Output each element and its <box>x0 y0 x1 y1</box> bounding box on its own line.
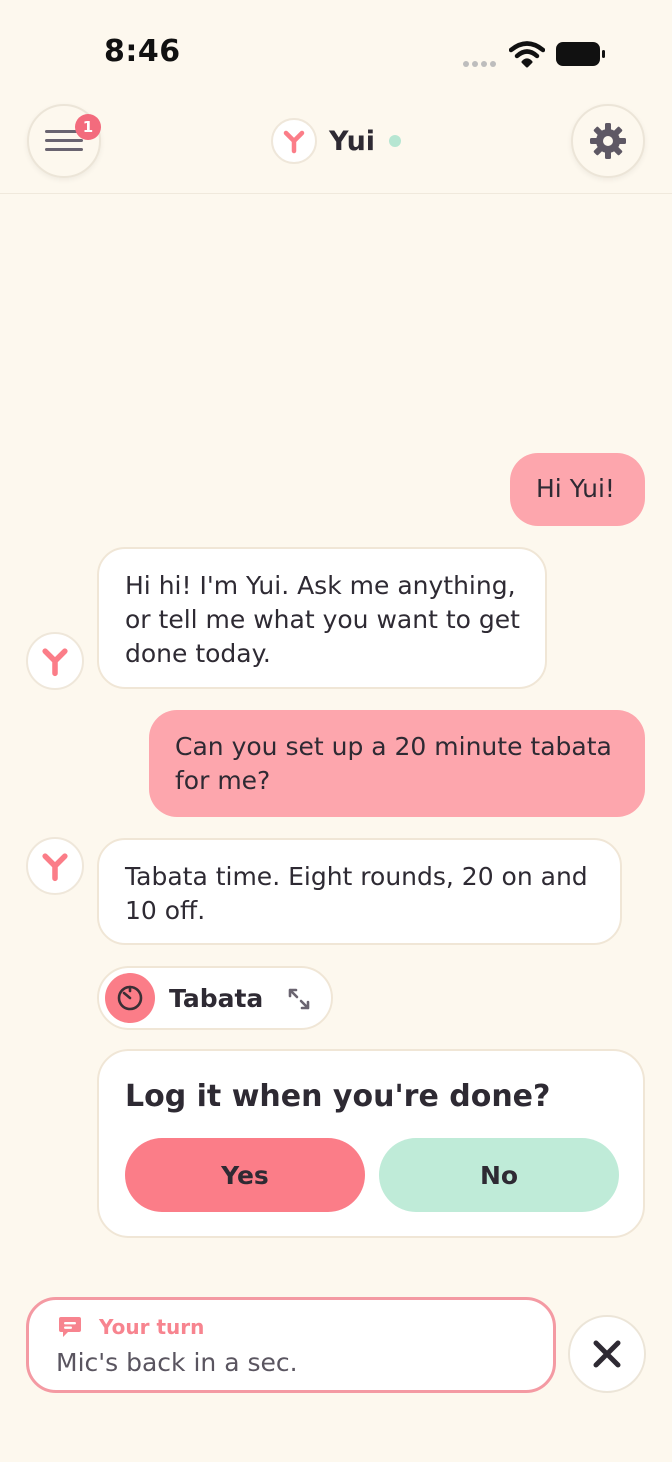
settings-button[interactable] <box>571 104 645 178</box>
close-icon <box>593 1340 621 1368</box>
input-status-text: Mic's back in a sec. <box>56 1348 298 1377</box>
tabata-timer-chip[interactable]: Tabata <box>97 966 333 1030</box>
assistant-message: Hi hi! I'm Yui. Ask me anything, or tell… <box>97 547 547 689</box>
wifi-icon <box>509 41 545 68</box>
menu-button[interactable]: 1 <box>27 104 101 178</box>
assistant-name: Yui <box>329 125 376 157</box>
message-text: Tabata time. Eight rounds, 20 on and 10 … <box>125 862 588 925</box>
avatar <box>271 118 317 164</box>
chat-bubble-icon <box>59 1317 81 1337</box>
assistant-identity: Yui <box>271 118 402 164</box>
log-prompt-card: Log it when you're done? Yes No <box>97 1049 645 1238</box>
gear-icon <box>590 123 626 159</box>
assistant-avatar <box>26 837 84 895</box>
cellular-signal-icon <box>463 61 496 67</box>
yui-logo-icon <box>283 130 305 154</box>
user-message: Can you set up a 20 minute tabata for me… <box>149 710 645 817</box>
chat-header: 1 Yui <box>0 100 672 194</box>
timer-icon <box>117 985 143 1011</box>
yui-logo-icon <box>42 853 68 882</box>
close-button[interactable] <box>568 1315 646 1393</box>
yui-logo-icon <box>42 648 68 677</box>
yes-button[interactable]: Yes <box>125 1138 365 1212</box>
battery-icon <box>556 42 605 66</box>
assistant-message: Tabata time. Eight rounds, 20 on and 10 … <box>97 838 622 945</box>
user-message: Hi Yui! <box>510 453 645 526</box>
assistant-avatar <box>26 632 84 690</box>
message-text: Hi Yui! <box>536 474 615 503</box>
turn-label: Your turn <box>99 1315 205 1339</box>
notification-badge: 1 <box>75 114 101 140</box>
card-title: Log it when you're done? <box>125 1079 551 1114</box>
message-text: Hi hi! I'm Yui. Ask me anything, or tell… <box>125 571 520 668</box>
no-button[interactable]: No <box>379 1138 619 1212</box>
online-status-dot <box>389 135 402 147</box>
expand-icon[interactable] <box>287 987 311 1011</box>
message-text: Can you set up a 20 minute tabata for me… <box>175 732 612 795</box>
status-bar: 8:46 <box>0 0 672 100</box>
chip-label: Tabata <box>169 983 264 1013</box>
voice-input-box[interactable]: Your turn Mic's back in a sec. <box>26 1297 556 1393</box>
timer-icon-wrapper <box>105 973 155 1023</box>
status-time: 8:46 <box>104 34 181 69</box>
